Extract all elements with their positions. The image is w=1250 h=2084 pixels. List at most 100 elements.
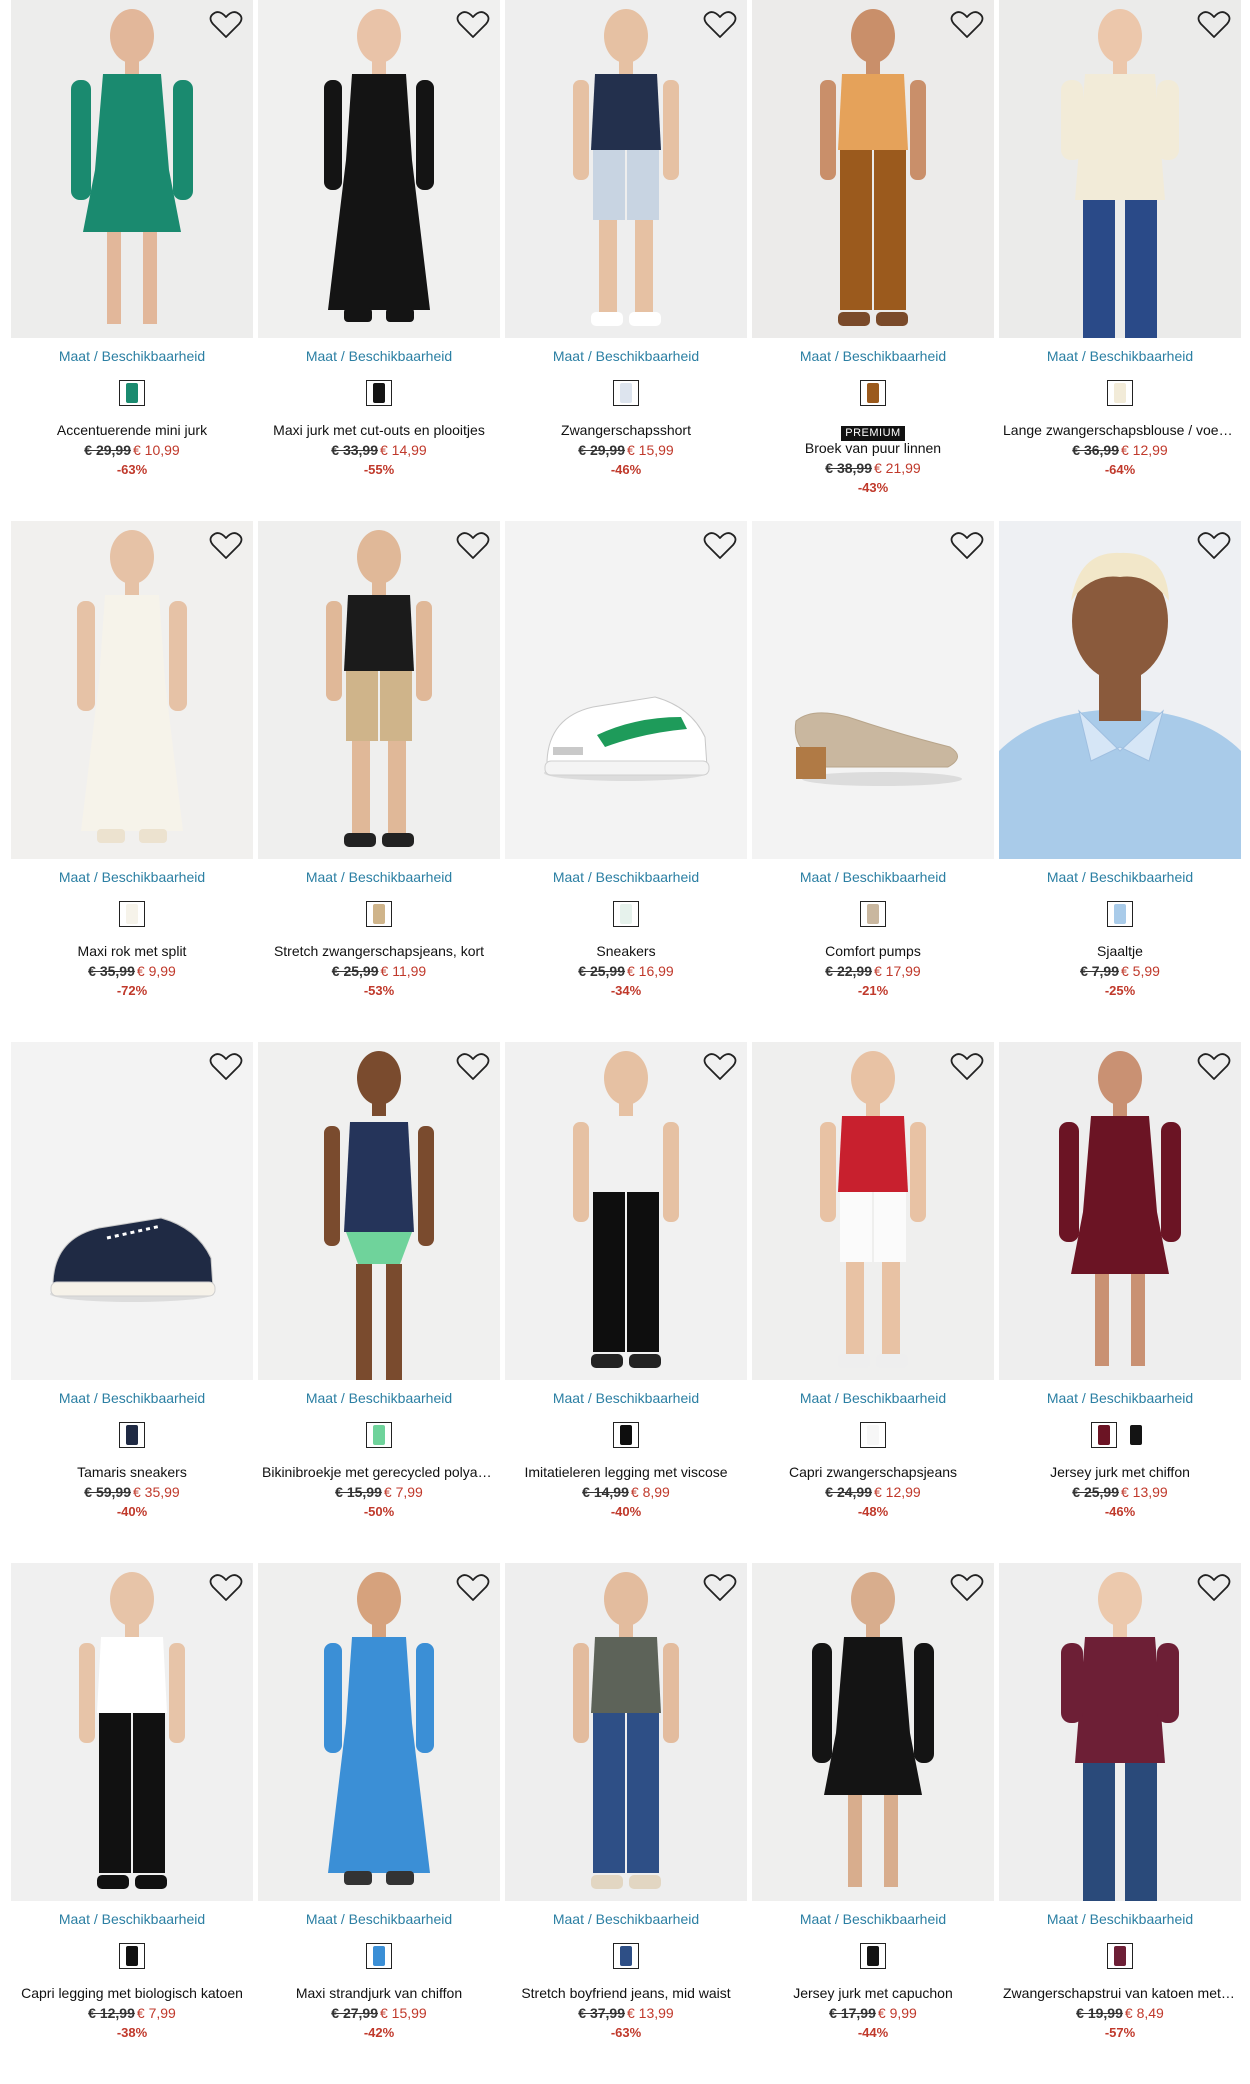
product-image[interactable] — [11, 0, 253, 338]
wishlist-button[interactable] — [950, 1573, 984, 1603]
wishlist-button[interactable] — [456, 1573, 490, 1603]
product-name[interactable]: Sneakers — [509, 943, 743, 959]
product-card[interactable]: Maat / Beschikbaarheid Accentuerende mini… — [11, 0, 253, 521]
product-image[interactable] — [999, 1563, 1241, 1901]
product-image[interactable] — [999, 0, 1241, 338]
product-card[interactable]: Maat / Beschikbaarheid Stretch zwangersch… — [258, 521, 500, 1042]
size-availability-link[interactable]: Maat / Beschikbaarheid — [752, 1390, 994, 1406]
product-name[interactable]: Maxi jurk met cut-outs en plooitjes — [262, 422, 496, 438]
product-card[interactable]: Maat / Beschikbaarheid Jersey jurk met ca… — [752, 1563, 994, 2084]
product-image[interactable] — [999, 1042, 1241, 1380]
product-name[interactable]: Jersey jurk met chiffon — [1003, 1464, 1237, 1480]
color-swatch[interactable] — [1123, 1422, 1149, 1448]
wishlist-button[interactable] — [1197, 10, 1231, 40]
color-swatch[interactable] — [119, 1943, 145, 1969]
product-card[interactable]: Maat / Beschikbaarheid Tamaris sneakers € … — [11, 1042, 253, 1563]
size-availability-link[interactable]: Maat / Beschikbaarheid — [752, 348, 994, 364]
wishlist-button[interactable] — [703, 10, 737, 40]
product-image[interactable] — [258, 1042, 500, 1380]
color-swatch[interactable] — [860, 1943, 886, 1969]
size-availability-link[interactable]: Maat / Beschikbaarheid — [11, 1390, 253, 1406]
product-image[interactable] — [258, 0, 500, 338]
product-name[interactable]: Maxi rok met split — [15, 943, 249, 959]
color-swatch[interactable] — [613, 1943, 639, 1969]
wishlist-button[interactable] — [1197, 531, 1231, 561]
product-card[interactable]: Maat / Beschikbaarheid Capri zwangerschap… — [752, 1042, 994, 1563]
size-availability-link[interactable]: Maat / Beschikbaarheid — [505, 348, 747, 364]
size-availability-link[interactable]: Maat / Beschikbaarheid — [999, 869, 1241, 885]
wishlist-button[interactable] — [950, 10, 984, 40]
product-name[interactable]: Accentuerende mini jurk — [15, 422, 249, 438]
product-card[interactable]: Maat / Beschikbaarheid Imitatieleren legg… — [505, 1042, 747, 1563]
color-swatch[interactable] — [1107, 1943, 1133, 1969]
color-swatch[interactable] — [119, 1422, 145, 1448]
product-image[interactable] — [505, 0, 747, 338]
product-card[interactable]: Maat / Beschikbaarheid Capri legging met … — [11, 1563, 253, 2084]
size-availability-link[interactable]: Maat / Beschikbaarheid — [258, 1390, 500, 1406]
product-name[interactable]: Capri legging met biologisch katoen — [15, 1985, 249, 2001]
product-card[interactable]: Maat / Beschikbaarheid Bikinibroekje met … — [258, 1042, 500, 1563]
product-card[interactable]: Maat / Beschikbaarheid Comfort pumps € 22,… — [752, 521, 994, 1042]
size-availability-link[interactable]: Maat / Beschikbaarheid — [258, 869, 500, 885]
product-image[interactable] — [505, 1563, 747, 1901]
product-card[interactable]: Maat / Beschikbaarheid Sjaaltje € 7,99 € 5,… — [999, 521, 1241, 1042]
product-image[interactable] — [505, 521, 747, 859]
color-swatch[interactable] — [1091, 1422, 1117, 1448]
size-availability-link[interactable]: Maat / Beschikbaarheid — [999, 1390, 1241, 1406]
product-image[interactable] — [258, 521, 500, 859]
wishlist-button[interactable] — [1197, 1052, 1231, 1082]
product-card[interactable]: Maat / Beschikbaarheid Stretch boyfriend … — [505, 1563, 747, 2084]
color-swatch[interactable] — [366, 901, 392, 927]
product-image[interactable] — [999, 521, 1241, 859]
product-name[interactable]: Capri zwangerschapsjeans — [756, 1464, 990, 1480]
color-swatch[interactable] — [1107, 380, 1133, 406]
wishlist-button[interactable] — [950, 1052, 984, 1082]
product-card[interactable]: Maat / Beschikbaarheid Sneakers € 25,99 € 1… — [505, 521, 747, 1042]
color-swatch[interactable] — [613, 1422, 639, 1448]
product-image[interactable] — [505, 1042, 747, 1380]
size-availability-link[interactable]: Maat / Beschikbaarheid — [505, 1911, 747, 1927]
size-availability-link[interactable]: Maat / Beschikbaarheid — [11, 1911, 253, 1927]
product-image[interactable] — [11, 521, 253, 859]
product-card[interactable]: Maat / Beschikbaarheid Maxi jurk met cut-… — [258, 0, 500, 521]
product-name[interactable]: Zwangerschapstrui van katoen met strikce… — [1003, 1985, 1237, 2001]
product-card[interactable]: Maat / Beschikbaarheid PREMIUM Broek van p… — [752, 0, 994, 521]
product-card[interactable]: Maat / Beschikbaarheid Lange zwangerschap… — [999, 0, 1241, 521]
wishlist-button[interactable] — [209, 10, 243, 40]
size-availability-link[interactable]: Maat / Beschikbaarheid — [11, 348, 253, 364]
product-name[interactable]: Jersey jurk met capuchon — [756, 1985, 990, 2001]
size-availability-link[interactable]: Maat / Beschikbaarheid — [258, 348, 500, 364]
product-name[interactable]: Imitatieleren legging met viscose — [509, 1464, 743, 1480]
product-name[interactable]: Bikinibroekje met gerecycled polyamide — [262, 1464, 496, 1480]
wishlist-button[interactable] — [703, 1573, 737, 1603]
color-swatch[interactable] — [860, 901, 886, 927]
product-name[interactable]: Lange zwangerschapsblouse / voedingsblou… — [1003, 422, 1237, 438]
size-availability-link[interactable]: Maat / Beschikbaarheid — [258, 1911, 500, 1927]
wishlist-button[interactable] — [456, 10, 490, 40]
product-image[interactable] — [258, 1563, 500, 1901]
product-image[interactable] — [11, 1042, 253, 1380]
size-availability-link[interactable]: Maat / Beschikbaarheid — [11, 869, 253, 885]
color-swatch[interactable] — [613, 380, 639, 406]
wishlist-button[interactable] — [209, 1573, 243, 1603]
color-swatch[interactable] — [860, 1422, 886, 1448]
product-name[interactable]: Zwangerschapsshort — [509, 422, 743, 438]
product-name[interactable]: Broek van puur linnen — [756, 440, 990, 456]
wishlist-button[interactable] — [209, 531, 243, 561]
product-image[interactable] — [752, 521, 994, 859]
color-swatch[interactable] — [1107, 901, 1133, 927]
wishlist-button[interactable] — [1197, 1573, 1231, 1603]
product-card[interactable]: Maat / Beschikbaarheid Zwangerschapstrui … — [999, 1563, 1241, 2084]
wishlist-button[interactable] — [703, 531, 737, 561]
color-swatch[interactable] — [119, 380, 145, 406]
product-name[interactable]: Comfort pumps — [756, 943, 990, 959]
product-image[interactable] — [752, 0, 994, 338]
product-image[interactable] — [11, 1563, 253, 1901]
size-availability-link[interactable]: Maat / Beschikbaarheid — [999, 348, 1241, 364]
wishlist-button[interactable] — [456, 531, 490, 561]
size-availability-link[interactable]: Maat / Beschikbaarheid — [999, 1911, 1241, 1927]
color-swatch[interactable] — [366, 1943, 392, 1969]
product-image[interactable] — [752, 1042, 994, 1380]
wishlist-button[interactable] — [209, 1052, 243, 1082]
wishlist-button[interactable] — [950, 531, 984, 561]
